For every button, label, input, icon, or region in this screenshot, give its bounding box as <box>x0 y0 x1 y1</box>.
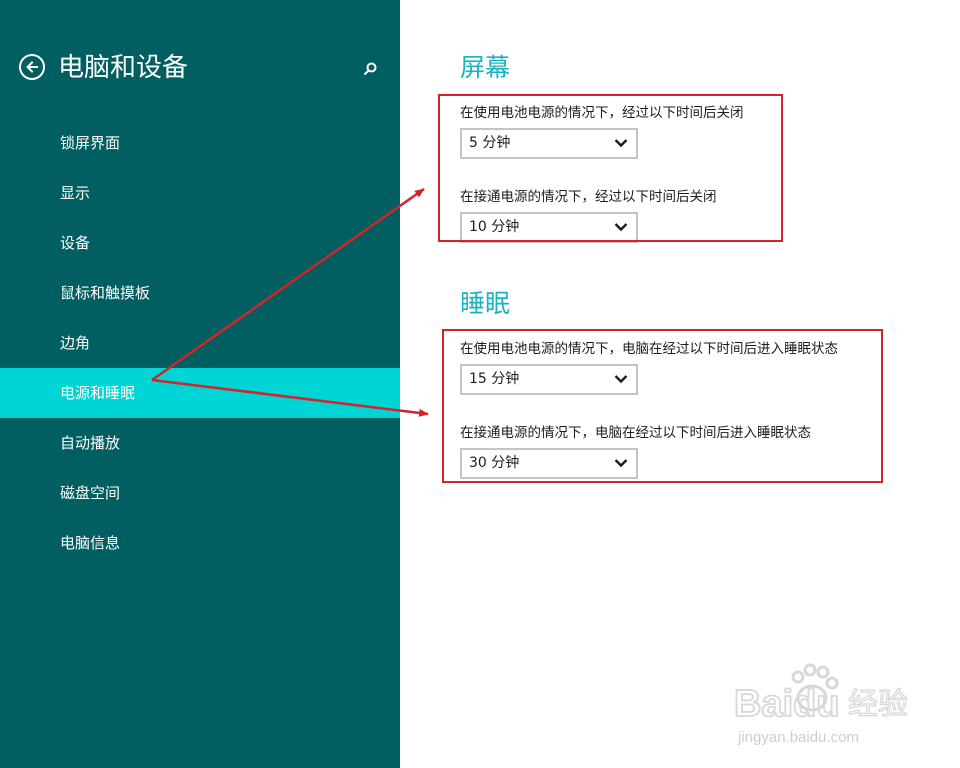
sidebar-item-label: 设备 <box>60 234 91 252</box>
dropdown-value: 10 分钟 <box>469 219 520 235</box>
chevron-down-icon <box>614 139 628 148</box>
sidebar-item-label: 电源和睡眠 <box>60 384 136 402</box>
sidebar-item-power-sleep[interactable]: 电源和睡眠 <box>0 368 400 418</box>
watermark-url: jingyan.baidu.com <box>737 729 859 746</box>
sidebar-item-devices[interactable]: 设备 <box>0 218 400 268</box>
sleep-plugged-label: 在接通电源的情况下，电脑在经过以下时间后进入睡眠状态 <box>460 425 811 441</box>
screen-battery-label: 在使用电池电源的情况下，经过以下时间后关闭 <box>460 105 744 121</box>
sleep-battery-label: 在使用电池电源的情况下，电脑在经过以下时间后进入睡眠状态 <box>460 341 838 357</box>
screen-plugged-label: 在接通电源的情况下，经过以下时间后关闭 <box>460 189 717 205</box>
sidebar-item-corners[interactable]: 边角 <box>0 318 400 368</box>
sidebar-item-label: 鼠标和触摸板 <box>60 284 151 302</box>
dropdown-value: 30 分钟 <box>469 455 520 471</box>
watermark-brand: Baidu <box>734 683 840 725</box>
sleep-battery-dropdown[interactable]: 15 分钟 <box>460 364 638 395</box>
sidebar-item-label: 自动播放 <box>60 434 121 452</box>
back-arrow-icon <box>26 61 38 73</box>
screen-heading: 屏幕 <box>460 53 511 82</box>
watermark-suffix: 经验 <box>848 687 908 722</box>
sleep-plugged-dropdown[interactable]: 30 分钟 <box>460 448 638 479</box>
dropdown-value: 15 分钟 <box>469 371 520 387</box>
chevron-down-icon <box>614 223 628 232</box>
chevron-down-icon <box>614 375 628 384</box>
chevron-down-icon <box>614 459 628 468</box>
sidebar-item-label: 电脑信息 <box>60 534 121 552</box>
back-button[interactable] <box>19 54 45 80</box>
screen-plugged-dropdown[interactable]: 10 分钟 <box>460 212 638 243</box>
sidebar-item-display[interactable]: 显示 <box>0 168 400 218</box>
sidebar-item-label: 边角 <box>60 334 91 352</box>
sidebar-item-disk-space[interactable]: 磁盘空间 <box>0 468 400 518</box>
sidebar-item-mouse-touchpad[interactable]: 鼠标和触摸板 <box>0 268 400 318</box>
screen-battery-dropdown[interactable]: 5 分钟 <box>460 128 638 159</box>
page-title: 电脑和设备 <box>58 53 189 83</box>
sidebar: 电脑和设备 锁屏界面 显示 设备 鼠标和触摸板 边角 电源和睡眠 自动播放 磁盘… <box>0 0 400 768</box>
sidebar-item-label: 磁盘空间 <box>60 484 121 502</box>
sidebar-item-label: 锁屏界面 <box>60 134 121 152</box>
dropdown-value: 5 分钟 <box>469 135 511 151</box>
sleep-heading: 睡眠 <box>460 289 511 318</box>
sidebar-item-pc-info[interactable]: 电脑信息 <box>0 518 400 568</box>
baidu-watermark: Baidu 经验 jingyan.baidu.com <box>720 650 940 750</box>
search-icon[interactable] <box>362 61 378 77</box>
sidebar-item-autoplay[interactable]: 自动播放 <box>0 418 400 468</box>
sidebar-item-lock-screen[interactable]: 锁屏界面 <box>0 118 400 168</box>
sidebar-nav: 锁屏界面 显示 设备 鼠标和触摸板 边角 电源和睡眠 自动播放 磁盘空间 电脑信… <box>0 118 400 568</box>
sidebar-item-label: 显示 <box>60 184 91 202</box>
